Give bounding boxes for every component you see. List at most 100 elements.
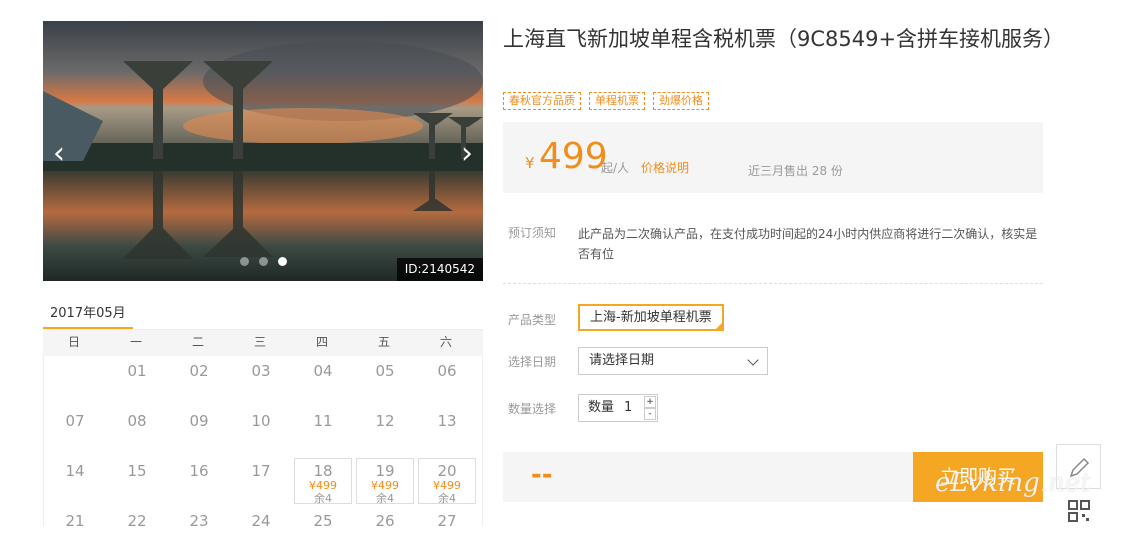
calendar-grid: 01 02 03 04 05 06 07 08 09 10 11 12 13 14 15 16 17 18 ¥499… (43, 356, 483, 530)
calendar-day: 11 (294, 406, 352, 452)
calendar-day-number: 19 (375, 462, 395, 480)
calendar-day: 10 (232, 406, 290, 452)
calendar-day: 25 (294, 506, 352, 552)
calendar-day-number: 16 (189, 462, 209, 480)
chevron-right-icon: › (461, 136, 473, 171)
calendar-day: 26 (356, 506, 414, 552)
product-photo (43, 21, 483, 281)
weekday-label: 五 (377, 335, 390, 349)
price-note-link[interactable]: 价格说明 (641, 159, 689, 176)
slider-dot[interactable] (259, 257, 268, 266)
calendar-day-number: 06 (437, 362, 457, 380)
notice-label: 预订须知 (508, 226, 557, 240)
calendar-day: 15 (108, 456, 166, 502)
calendar-day: 14 (46, 456, 104, 502)
calendar-day-number: 18 (313, 462, 333, 480)
calendar-day-number: 02 (189, 362, 209, 380)
slider-dot[interactable] (240, 257, 249, 266)
calendar-day-number: 17 (251, 462, 271, 480)
calendar-day: 16 (170, 456, 228, 502)
calendar-month-tab[interactable]: 2017年05月 (43, 302, 133, 330)
product-tags: 春秋官方品质 单程机票 劲爆价格 (503, 92, 709, 110)
product-title: 上海直飞新加坡单程含税机票（9C8549+含拼车接机服务） (503, 27, 1065, 51)
weekday-label: 三 (253, 335, 266, 349)
calendar-day-number: 27 (437, 512, 457, 530)
total-price: -- (531, 460, 553, 490)
calendar-day-number: 01 (127, 362, 147, 380)
calendar-day: 07 (46, 406, 104, 452)
calendar-day-number: 05 (375, 362, 395, 380)
qrcode-icon[interactable] (1068, 500, 1090, 522)
sales-count: 近三月售出 28 份 (748, 164, 843, 178)
calendar-day-number: 23 (189, 512, 209, 530)
calendar-day-available[interactable]: 20 ¥499 余4 (418, 458, 476, 505)
calendar-day: 21 (46, 506, 104, 552)
weekday-label: 一 (129, 335, 142, 349)
product-type-value: 上海-新加坡单程机票 (590, 310, 712, 325)
quantity-decrement-button[interactable]: - (644, 408, 656, 420)
product-type-label: 产品类型 (508, 313, 557, 327)
calendar-day-remaining: 余4 (438, 492, 456, 505)
quantity-stepper[interactable]: 数量 1 + - (578, 394, 658, 422)
price-unit: 起/人 (601, 161, 630, 175)
calendar-day-number: 25 (313, 512, 333, 530)
calendar-day: 27 (418, 506, 476, 552)
price-panel: ¥ 499 起/人 价格说明 近三月售出 28 份 (503, 122, 1043, 193)
price-amount: 499 (539, 136, 608, 177)
calendar-day: 23 (170, 506, 228, 552)
calendar-day: 09 (170, 406, 228, 452)
calendar-day-number: 07 (65, 412, 85, 430)
quantity-value[interactable]: 1 (624, 395, 632, 421)
weekday-label: 六 (439, 335, 452, 349)
slider-next-button[interactable]: › (454, 137, 480, 173)
weekday-label: 二 (191, 335, 204, 349)
quantity-text: 数量 (588, 400, 615, 415)
top-nav (45, 0, 445, 4)
calendar-day-number: 13 (437, 412, 457, 430)
selected-check-icon (714, 322, 723, 330)
calendar-day: 04 (294, 356, 352, 402)
calendar-day: 12 (356, 406, 414, 452)
section-divider (503, 283, 1043, 284)
weekday-label: 四 (315, 335, 328, 349)
date-select-placeholder: 请选择日期 (589, 353, 655, 368)
product-type-option[interactable]: 上海-新加坡单程机票 (578, 304, 724, 331)
calendar-day-remaining: 余4 (376, 492, 394, 505)
calendar-day-available[interactable]: 18 ¥499 余4 (294, 458, 352, 505)
calendar-day: 02 (170, 356, 228, 402)
calendar-day-available[interactable]: 19 ¥499 余4 (356, 458, 414, 505)
notice-text: 此产品为二次确认产品，在支付成功时间起的24小时内供应商将进行二次确认，核实是否… (578, 227, 1038, 261)
tag-badge: 劲爆价格 (653, 92, 709, 110)
chevron-left-icon: ‹ (53, 136, 65, 171)
calendar-day-number: 04 (313, 362, 333, 380)
calendar-day-number: 03 (251, 362, 271, 380)
calendar-day-number: 08 (127, 412, 147, 430)
calendar-day-number: 22 (127, 512, 147, 530)
calendar-day: 24 (232, 506, 290, 552)
slider-dot-active[interactable] (278, 257, 287, 266)
calendar-day-price: ¥499 (309, 479, 337, 492)
calendar-day: 17 (232, 456, 290, 502)
watermark: eLvking.net (935, 468, 1091, 498)
calendar-day: 06 (418, 356, 476, 402)
calendar-day-number: 26 (375, 512, 395, 530)
product-image-slider[interactable]: ‹ › ID:2140542 (43, 21, 483, 281)
image-id-badge: ID:2140542 (396, 258, 483, 281)
tag-badge: 单程机票 (589, 92, 645, 110)
calendar-day-number: 15 (127, 462, 147, 480)
calendar-day: 08 (108, 406, 166, 452)
calendar-day-number: 09 (189, 412, 209, 430)
quantity-increment-button[interactable]: + (644, 396, 656, 408)
tag-badge: 春秋官方品质 (503, 92, 581, 110)
quantity-label: 数量选择 (508, 402, 557, 416)
calendar-day: 22 (108, 506, 166, 552)
calendar-day-remaining: 余4 (314, 492, 332, 505)
slider-prev-button[interactable]: ‹ (46, 137, 72, 173)
chevron-down-icon (747, 354, 759, 366)
calendar-day: 03 (232, 356, 290, 402)
date-select[interactable]: 请选择日期 (578, 347, 768, 375)
calendar-day-number: 21 (65, 512, 85, 530)
calendar-weekday-header: 日 一 二 三 四 五 六 (43, 330, 483, 356)
calendar-day-price: ¥499 (371, 479, 399, 492)
slider-dots (240, 257, 287, 266)
